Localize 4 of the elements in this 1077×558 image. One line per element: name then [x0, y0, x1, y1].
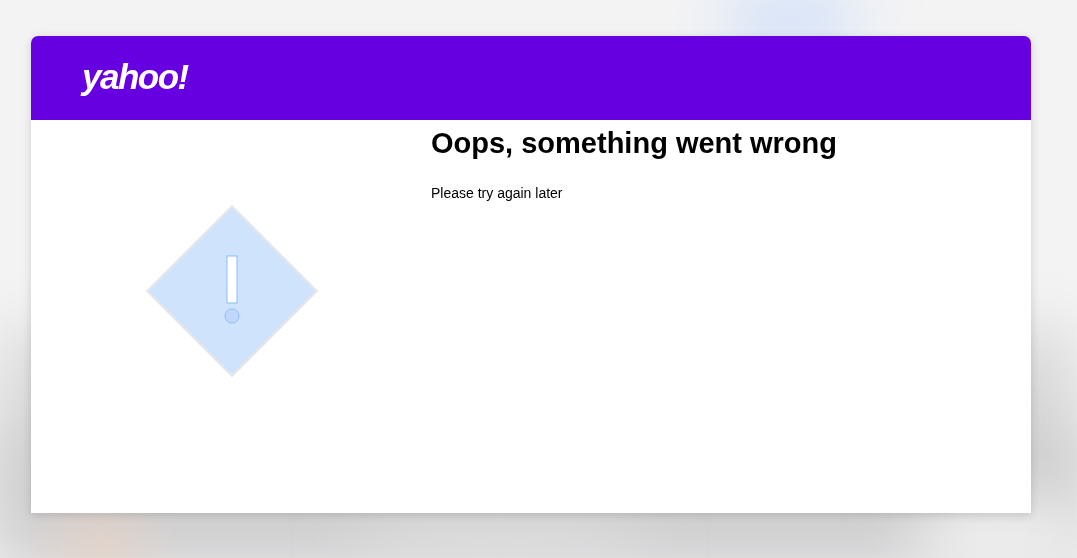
warning-icon: [145, 204, 319, 378]
logo: yahoo!: [82, 58, 188, 94]
error-title: Oops, something went wrong: [431, 126, 837, 161]
error-message: Please try again later: [431, 184, 563, 201]
